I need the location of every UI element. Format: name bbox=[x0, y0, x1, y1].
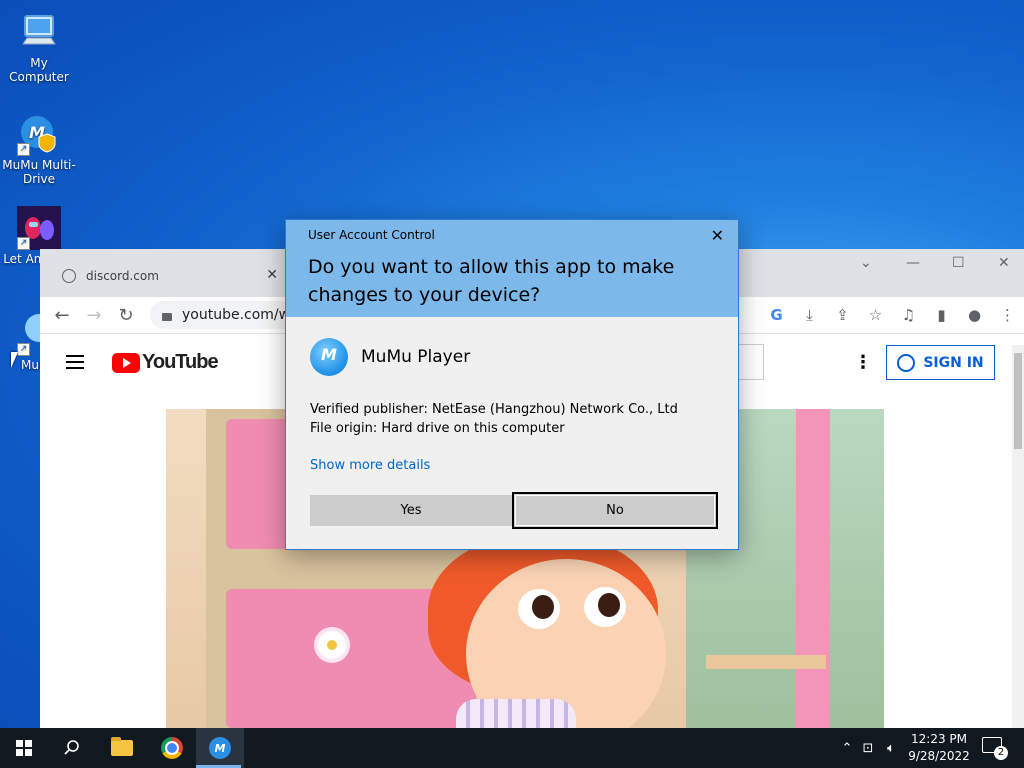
youtube-logo[interactable]: YouTube bbox=[112, 351, 219, 374]
mouse-cursor bbox=[11, 352, 18, 368]
address-text: youtube.com/wa bbox=[182, 307, 299, 323]
tab-search-dropdown-icon[interactable]: ⌄ bbox=[860, 255, 872, 271]
bookmark-star-icon[interactable]: ☆ bbox=[859, 306, 892, 324]
folder-icon bbox=[111, 737, 133, 756]
uac-header: User Account Control ✕ Do you want to al… bbox=[286, 220, 738, 317]
mumu-player-icon bbox=[310, 338, 348, 376]
reload-icon[interactable]: ↻ bbox=[110, 305, 142, 326]
network-icon[interactable]: ⊡ bbox=[856, 741, 880, 756]
side-panel-icon[interactable]: ▮ bbox=[925, 306, 958, 324]
tab-title: discord.com bbox=[86, 269, 159, 283]
computer-icon bbox=[17, 10, 61, 54]
shortcut-arrow-icon: ↗ bbox=[17, 237, 30, 250]
tab-close-icon[interactable]: ✕ bbox=[266, 267, 278, 283]
uac-question: Do you want to allow this app to make ch… bbox=[308, 256, 675, 306]
flower-decoration bbox=[318, 631, 346, 659]
shortcut-arrow-icon: ↗ bbox=[17, 343, 30, 356]
show-more-details-link[interactable]: Show more details bbox=[310, 458, 430, 473]
uac-title: User Account Control bbox=[308, 228, 435, 242]
desktop-icon-label: MuMu Multi-Drive bbox=[2, 158, 76, 186]
taskbar-mumu-player[interactable]: M bbox=[196, 728, 244, 768]
youtube-play-icon bbox=[112, 352, 140, 373]
media-controls-icon[interactable]: ♫ bbox=[892, 306, 925, 324]
tab-discord[interactable]: discord.com ✕ bbox=[48, 255, 284, 297]
clock[interactable]: 12:23 PM 9/28/2022 bbox=[900, 731, 978, 765]
verified-publisher: Verified publisher: NetEase (Hangzhou) N… bbox=[310, 402, 678, 417]
search-button[interactable] bbox=[48, 728, 96, 768]
google-lens-icon[interactable]: G bbox=[760, 306, 793, 324]
app-identity: MuMu Player bbox=[310, 338, 470, 376]
mumu-multidrive-icon: M ↗ bbox=[17, 112, 61, 156]
desktop-icon-mumu-multi-drive[interactable]: M ↗ MuMu Multi-Drive bbox=[2, 112, 76, 186]
system-tray: ⌃ ⊡ 🔈︎ bbox=[838, 728, 902, 768]
shortcut-arrow-icon: ↗ bbox=[17, 143, 30, 156]
chevron-up-icon[interactable]: ⌃ bbox=[838, 741, 856, 756]
back-arrow-icon[interactable]: ← bbox=[46, 305, 78, 326]
chrome-icon bbox=[161, 737, 183, 759]
notification-count-badge: 2 bbox=[994, 746, 1008, 760]
uac-dialog: User Account Control ✕ Do you want to al… bbox=[285, 219, 739, 550]
lock-icon bbox=[162, 313, 172, 321]
no-button[interactable]: No bbox=[512, 492, 718, 529]
toolbar-actions: G ⤓ ⇪ ☆ ♫ ▮ ● ⋮ bbox=[760, 297, 1024, 333]
taskbar: M ⌃ ⊡ 🔈︎ 12:23 PM 9/28/2022 2 bbox=[0, 728, 1024, 768]
windows-logo-icon bbox=[16, 740, 32, 756]
close-window-button[interactable]: ✕ bbox=[998, 255, 1010, 271]
app-name: MuMu Player bbox=[361, 347, 471, 367]
desktop-icon-my-computer[interactable]: My Computer bbox=[2, 10, 76, 84]
uac-close-icon[interactable]: ✕ bbox=[711, 226, 724, 245]
page-scrollbar[interactable] bbox=[1012, 345, 1024, 728]
youtube-logo-text: YouTube bbox=[142, 351, 219, 373]
mumu-player-icon: M bbox=[209, 737, 231, 759]
taskbar-chrome[interactable] bbox=[148, 728, 196, 768]
profile-avatar-icon[interactable]: ● bbox=[958, 306, 991, 324]
forward-arrow-icon[interactable]: → bbox=[78, 305, 110, 326]
settings-kebab-icon[interactable]: ⋮ bbox=[854, 352, 872, 373]
publisher-info: Verified publisher: NetEase (Hangzhou) N… bbox=[310, 400, 678, 438]
clock-time: 12:23 PM bbox=[911, 732, 967, 746]
maximize-button[interactable]: ☐ bbox=[952, 255, 965, 271]
sign-in-button[interactable]: SIGN IN bbox=[886, 345, 995, 380]
desktop-icon-label: My Computer bbox=[9, 56, 69, 84]
minimize-button[interactable]: — bbox=[906, 255, 920, 271]
install-app-icon[interactable]: ⤓ bbox=[793, 306, 826, 324]
clock-date: 9/28/2022 bbox=[908, 749, 970, 763]
among-us-icon: ↗ bbox=[17, 206, 61, 250]
account-circle-icon bbox=[897, 353, 916, 372]
sign-in-label: SIGN IN bbox=[923, 354, 984, 371]
share-icon[interactable]: ⇪ bbox=[826, 306, 859, 324]
chrome-menu-icon[interactable]: ⋮ bbox=[991, 306, 1024, 324]
search-icon bbox=[64, 740, 79, 755]
hamburger-menu-icon[interactable] bbox=[66, 355, 84, 373]
file-origin: File origin: Hard drive on this computer bbox=[310, 421, 565, 436]
start-button[interactable] bbox=[0, 728, 48, 768]
yes-button[interactable]: Yes bbox=[310, 495, 512, 526]
globe-icon bbox=[62, 269, 76, 283]
taskbar-file-explorer[interactable] bbox=[98, 728, 146, 768]
volume-icon[interactable]: 🔈︎ bbox=[880, 741, 902, 756]
